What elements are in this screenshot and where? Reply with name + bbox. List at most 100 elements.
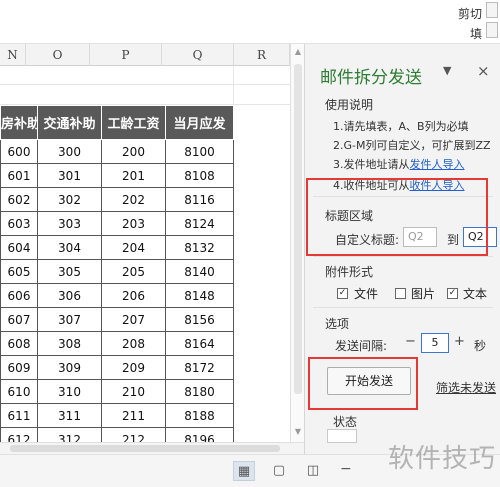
scrollbar-thumb[interactable] xyxy=(294,64,302,394)
table-cell[interactable]: 201 xyxy=(101,163,166,188)
table-cell[interactable]: 608 xyxy=(0,331,38,356)
table-cell[interactable]: 8180 xyxy=(165,379,234,404)
send-interval-label: 发送间隔: xyxy=(335,339,388,353)
table-cell[interactable]: 610 xyxy=(0,379,38,404)
attachment-image-checkbox[interactable] xyxy=(395,288,406,299)
table-cell[interactable]: 202 xyxy=(101,187,166,212)
table-cell[interactable]: 8108 xyxy=(165,163,234,188)
table-cell[interactable]: 305 xyxy=(37,259,102,284)
interval-input[interactable]: 5 xyxy=(421,333,449,353)
column-header[interactable]: O xyxy=(26,44,90,66)
table-header-cell[interactable]: 房补助 xyxy=(0,105,38,140)
table-cell[interactable]: 8148 xyxy=(165,283,234,308)
table-cell[interactable]: 607 xyxy=(0,307,38,332)
attachment-text-label[interactable]: 文本 xyxy=(463,285,487,302)
table-cell[interactable]: 612 xyxy=(0,427,38,442)
table-cell[interactable]: 8156 xyxy=(165,307,234,332)
table-cell[interactable]: 601 xyxy=(0,163,38,188)
toolbar-partial-label-bottom[interactable]: 填 xyxy=(470,25,482,42)
table-cell[interactable]: 8172 xyxy=(165,355,234,380)
import-sender-link[interactable]: 发件人导入 xyxy=(410,158,465,171)
attachment-image-label[interactable]: 图片 xyxy=(411,285,435,302)
attachment-text-checkbox[interactable]: ✓ xyxy=(447,288,458,299)
table-cell[interactable]: 602 xyxy=(0,187,38,212)
column-header[interactable]: R xyxy=(234,44,290,66)
close-icon[interactable]: × xyxy=(477,62,490,80)
scroll-up-arrow-icon[interactable]: ▲ xyxy=(293,47,303,56)
toolbar-partial-label-top[interactable]: 剪切 xyxy=(458,5,482,22)
table-cell[interactable]: 203 xyxy=(101,211,166,236)
table-cell[interactable]: 301 xyxy=(37,163,102,188)
table-cell[interactable]: 8116 xyxy=(165,187,234,212)
column-header[interactable]: N xyxy=(0,44,26,66)
table-cell[interactable]: 303 xyxy=(37,211,102,236)
interval-increase-button[interactable]: + xyxy=(454,334,465,349)
table-cell[interactable]: 8100 xyxy=(165,139,234,164)
table-header-cell[interactable]: 工龄工资 xyxy=(101,105,166,140)
table-cell[interactable]: 8124 xyxy=(165,211,234,236)
page-break-view-icon[interactable]: ◫ xyxy=(302,461,324,481)
table-header-cell[interactable]: 交通补助 xyxy=(37,105,102,140)
column-header[interactable]: P xyxy=(90,44,162,66)
table-cell[interactable]: 609 xyxy=(0,355,38,380)
horizontal-scrollbar[interactable] xyxy=(0,442,304,454)
start-send-button[interactable]: 开始发送 xyxy=(327,367,411,395)
table-cell[interactable]: 8196 xyxy=(165,427,234,442)
attachment-file-checkbox[interactable]: ✓ xyxy=(337,288,348,299)
table-cell[interactable]: 306 xyxy=(37,283,102,308)
table-cell[interactable]: 302 xyxy=(37,187,102,212)
subject-to-input[interactable]: Q2 xyxy=(463,227,497,247)
table-cell[interactable]: 307 xyxy=(37,307,102,332)
section-divider xyxy=(313,256,493,257)
table-cell[interactable]: 8164 xyxy=(165,331,234,356)
table-cell[interactable]: 606 xyxy=(0,283,38,308)
table-header-cell[interactable]: 当月应发 xyxy=(165,105,234,140)
table-cell[interactable]: 206 xyxy=(101,283,166,308)
interval-decrease-button[interactable]: − xyxy=(405,334,416,349)
vertical-scrollbar[interactable]: ▲ ▼ xyxy=(290,44,304,442)
subject-from-input[interactable]: Q2 xyxy=(403,227,437,247)
column-header[interactable]: Q xyxy=(162,44,234,66)
pane-menu-icon[interactable]: ▼ xyxy=(443,64,451,77)
table-body: 600 300 200 8100 601 301 201 8108 602 302 202 8116 6… xyxy=(0,139,234,442)
table-cell[interactable]: 207 xyxy=(101,307,166,332)
table-cell[interactable]: 8140 xyxy=(165,259,234,284)
column-headers: N O P Q R xyxy=(0,44,290,66)
attachment-section-title: 附件形式 xyxy=(325,265,374,279)
table-cell[interactable]: 212 xyxy=(101,427,166,442)
zoom-out-icon[interactable]: − xyxy=(340,461,352,477)
table-cell[interactable]: 605 xyxy=(0,259,38,284)
filter-unsent-link[interactable]: 筛选未发送 xyxy=(436,379,496,396)
table-cell[interactable]: 308 xyxy=(37,331,102,356)
table-cell[interactable]: 304 xyxy=(37,235,102,260)
table-cell[interactable]: 209 xyxy=(101,355,166,380)
table-cell[interactable]: 611 xyxy=(0,403,38,428)
table-cell[interactable]: 8188 xyxy=(165,403,234,428)
table-cell[interactable]: 604 xyxy=(0,235,38,260)
scroll-down-arrow-icon[interactable]: ▼ xyxy=(293,427,303,436)
table-cell[interactable]: 208 xyxy=(101,331,166,356)
table-cell[interactable]: 210 xyxy=(101,379,166,404)
table-cell[interactable]: 211 xyxy=(101,403,166,428)
range-to-label: 到 xyxy=(447,233,460,247)
table-cell[interactable]: 310 xyxy=(37,379,102,404)
table-cell[interactable]: 200 xyxy=(101,139,166,164)
page-layout-view-icon[interactable]: ▢ xyxy=(268,461,290,481)
table-cell[interactable]: 204 xyxy=(101,235,166,260)
table-cell[interactable]: 311 xyxy=(37,403,102,428)
table-cell[interactable]: 300 xyxy=(37,139,102,164)
table-cell[interactable]: 309 xyxy=(37,355,102,380)
spreadsheet-area[interactable]: N O P Q R 房补助 交通补助 工龄工资 当月应发 600 300 200 81… xyxy=(0,44,290,442)
table-cell[interactable]: 205 xyxy=(101,259,166,284)
import-recipient-link[interactable]: 收件人导入 xyxy=(410,179,465,192)
table-cell[interactable]: 603 xyxy=(0,211,38,236)
attachment-file-label[interactable]: 文件 xyxy=(354,285,378,302)
table-cell[interactable]: 312 xyxy=(37,427,102,442)
window-scroll-up-button[interactable] xyxy=(486,2,498,18)
table-row: 607 307 207 8156 xyxy=(0,307,234,332)
scrollbar-thumb[interactable] xyxy=(10,445,280,452)
table-cell[interactable]: 8132 xyxy=(165,235,234,260)
window-scroll-down-button[interactable] xyxy=(486,22,498,38)
normal-view-icon[interactable]: ▦ xyxy=(233,461,255,481)
table-cell[interactable]: 600 xyxy=(0,139,38,164)
